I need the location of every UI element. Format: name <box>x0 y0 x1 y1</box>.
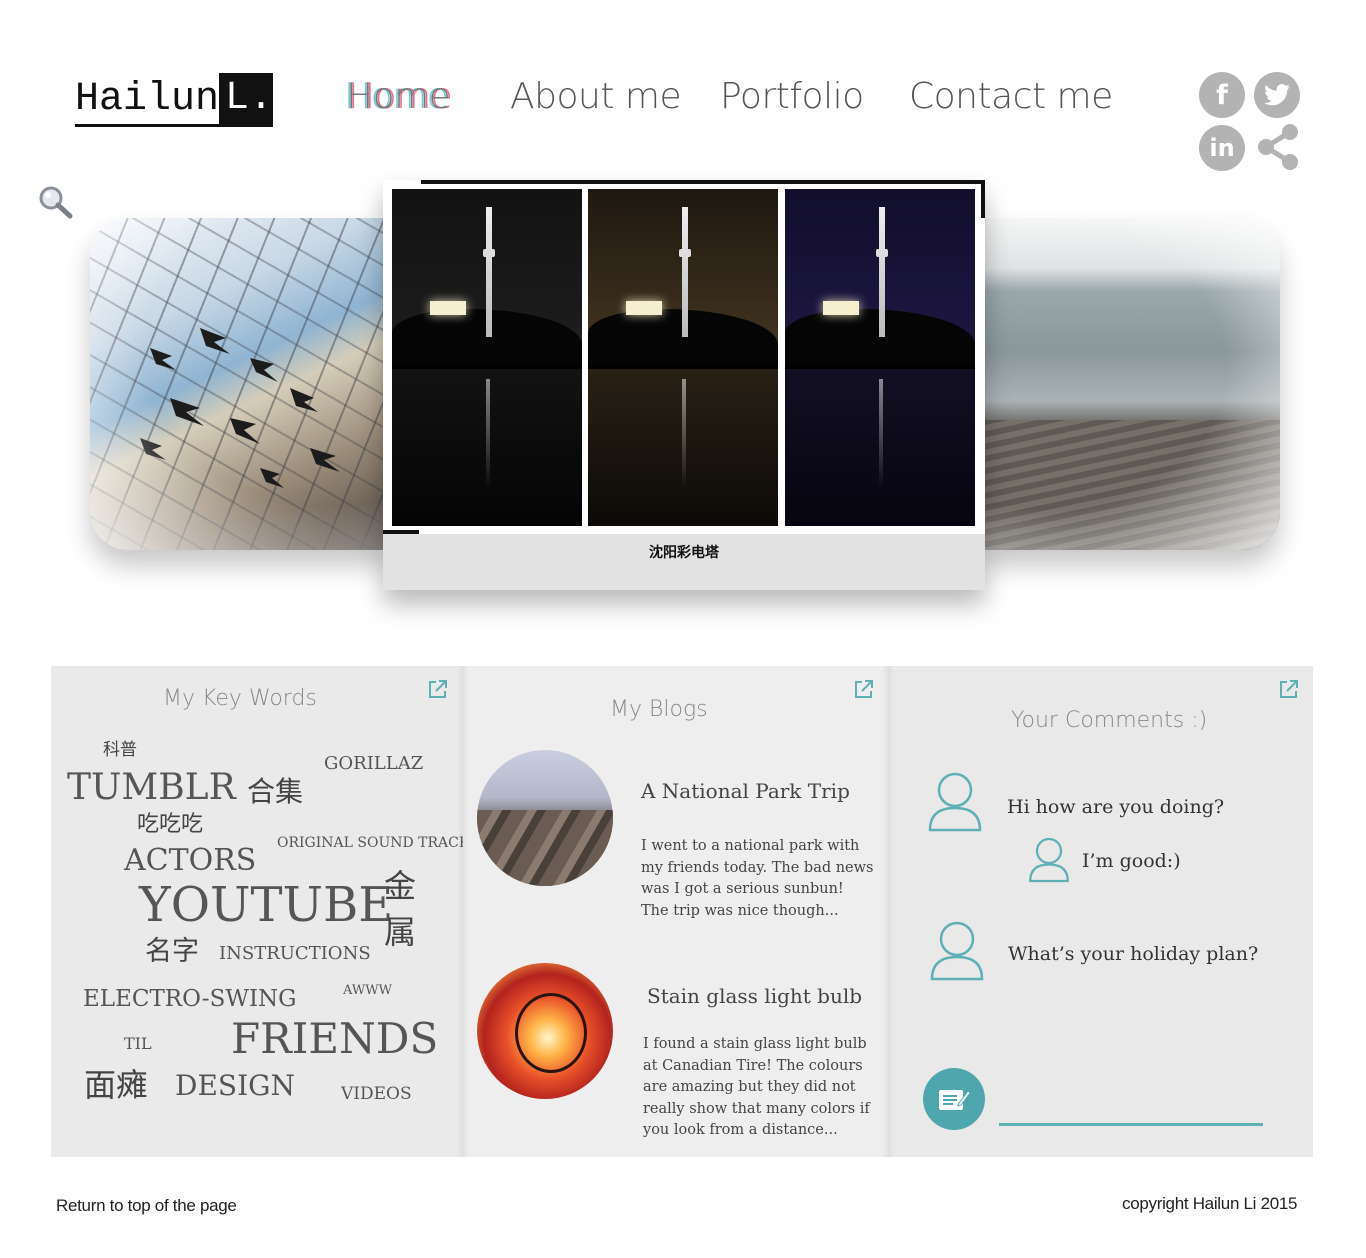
logo-last-initial: L. <box>219 73 273 127</box>
blog-thumbnail[interactable] <box>477 963 613 1099</box>
comment-reply-text: I’m good:) <box>1082 850 1181 872</box>
photo-caption: 沈阳彩电塔 <box>649 545 719 561</box>
keyword[interactable]: VIDEOS <box>341 1086 412 1103</box>
keyword[interactable]: GORILLAZ <box>324 755 423 773</box>
comments-title: Your Comments :) <box>1011 708 1208 733</box>
keyword[interactable]: 金 <box>384 870 416 902</box>
blogs-title: My Blogs <box>610 697 708 722</box>
return-to-top-link[interactable]: Return to top of the page <box>56 1196 237 1216</box>
keyword[interactable]: YOUTUBE <box>139 881 393 929</box>
tower-photo-bw <box>392 189 582 526</box>
blogs-widget: My Blogs A National Park Trip I went to … <box>457 666 888 1157</box>
keyword[interactable]: ACTORS <box>124 846 256 876</box>
keyword[interactable]: 吃吃吃 <box>137 814 203 836</box>
keyword[interactable]: 面瘫 <box>84 1069 148 1101</box>
edit-icon <box>939 1090 971 1110</box>
widgets-section: My Key Words 科普 TUMBLR 合集 GORILLAZ 吃吃吃 O… <box>51 666 1313 1157</box>
keywords-title: My Key Words <box>163 686 317 711</box>
blog-title[interactable]: Stain glass light bulb <box>647 984 862 1008</box>
blog-title[interactable]: A National Park Trip <box>641 779 850 803</box>
keyword[interactable]: FRIENDS <box>231 1018 438 1060</box>
keyword[interactable]: TIL <box>124 1036 152 1052</box>
nav-about-me[interactable]: About me <box>510 76 682 117</box>
keyword[interactable]: INSTRUCTIONS <box>219 945 371 963</box>
logo-first-name: Hailun <box>75 78 220 127</box>
copyright-text: copyright Hailun Li 2015 <box>1122 1194 1298 1213</box>
tower-photo-color <box>785 189 975 526</box>
user-avatar-icon <box>928 772 982 832</box>
keyword[interactable]: 合集 <box>247 778 303 806</box>
keyword[interactable]: ELECTRO-SWING <box>83 988 297 1011</box>
nav-contact-me[interactable]: Contact me <box>909 76 1113 117</box>
comment-text: Hi how are you doing? <box>1007 796 1225 818</box>
write-comment-button[interactable] <box>923 1068 985 1130</box>
logo[interactable]: Hailun L. <box>75 73 273 127</box>
keyword[interactable]: AWWW <box>343 984 392 997</box>
keyword[interactable]: TUMBLR <box>67 770 236 806</box>
keywords-widget: My Key Words 科普 TUMBLR 合集 GORILLAZ 吃吃吃 O… <box>51 666 469 1157</box>
keyword[interactable]: 名字 <box>145 938 199 965</box>
expand-icon[interactable] <box>427 678 449 700</box>
blog-thumbnail[interactable] <box>477 750 613 886</box>
carousel-prev-photo[interactable] <box>90 218 390 550</box>
user-avatar-icon <box>930 921 984 981</box>
expand-icon[interactable] <box>1278 678 1300 700</box>
nav-home[interactable]: Home <box>346 76 451 117</box>
facebook-icon[interactable]: f <box>1199 72 1245 118</box>
keyword[interactable]: DESIGN <box>175 1072 295 1100</box>
blog-excerpt: I went to a national park with my friend… <box>641 838 874 919</box>
nav-portfolio[interactable]: Portfolio <box>720 76 864 117</box>
keyword[interactable]: ORIGINAL SOUND TRACK <box>277 836 469 850</box>
twitter-icon[interactable] <box>1254 72 1300 118</box>
linkedin-icon[interactable]: in <box>1199 125 1245 171</box>
carousel-next-photo[interactable] <box>980 218 1280 550</box>
comment-input[interactable] <box>999 1086 1263 1126</box>
tower-photo-sepia <box>588 189 778 526</box>
expand-icon[interactable] <box>853 678 875 700</box>
user-avatar-icon <box>1029 837 1069 883</box>
keyword[interactable]: 属 <box>384 916 416 948</box>
carousel-main-photo[interactable]: 沈阳彩电塔 <box>383 180 985 590</box>
blog-excerpt: I found a stain glass light bulb at Cana… <box>643 1036 870 1138</box>
search-icon[interactable] <box>38 186 74 220</box>
comment-text: What’s your holiday plan? <box>1008 943 1259 965</box>
keyword[interactable]: 科普 <box>103 742 137 759</box>
share-icon[interactable] <box>1254 122 1302 172</box>
